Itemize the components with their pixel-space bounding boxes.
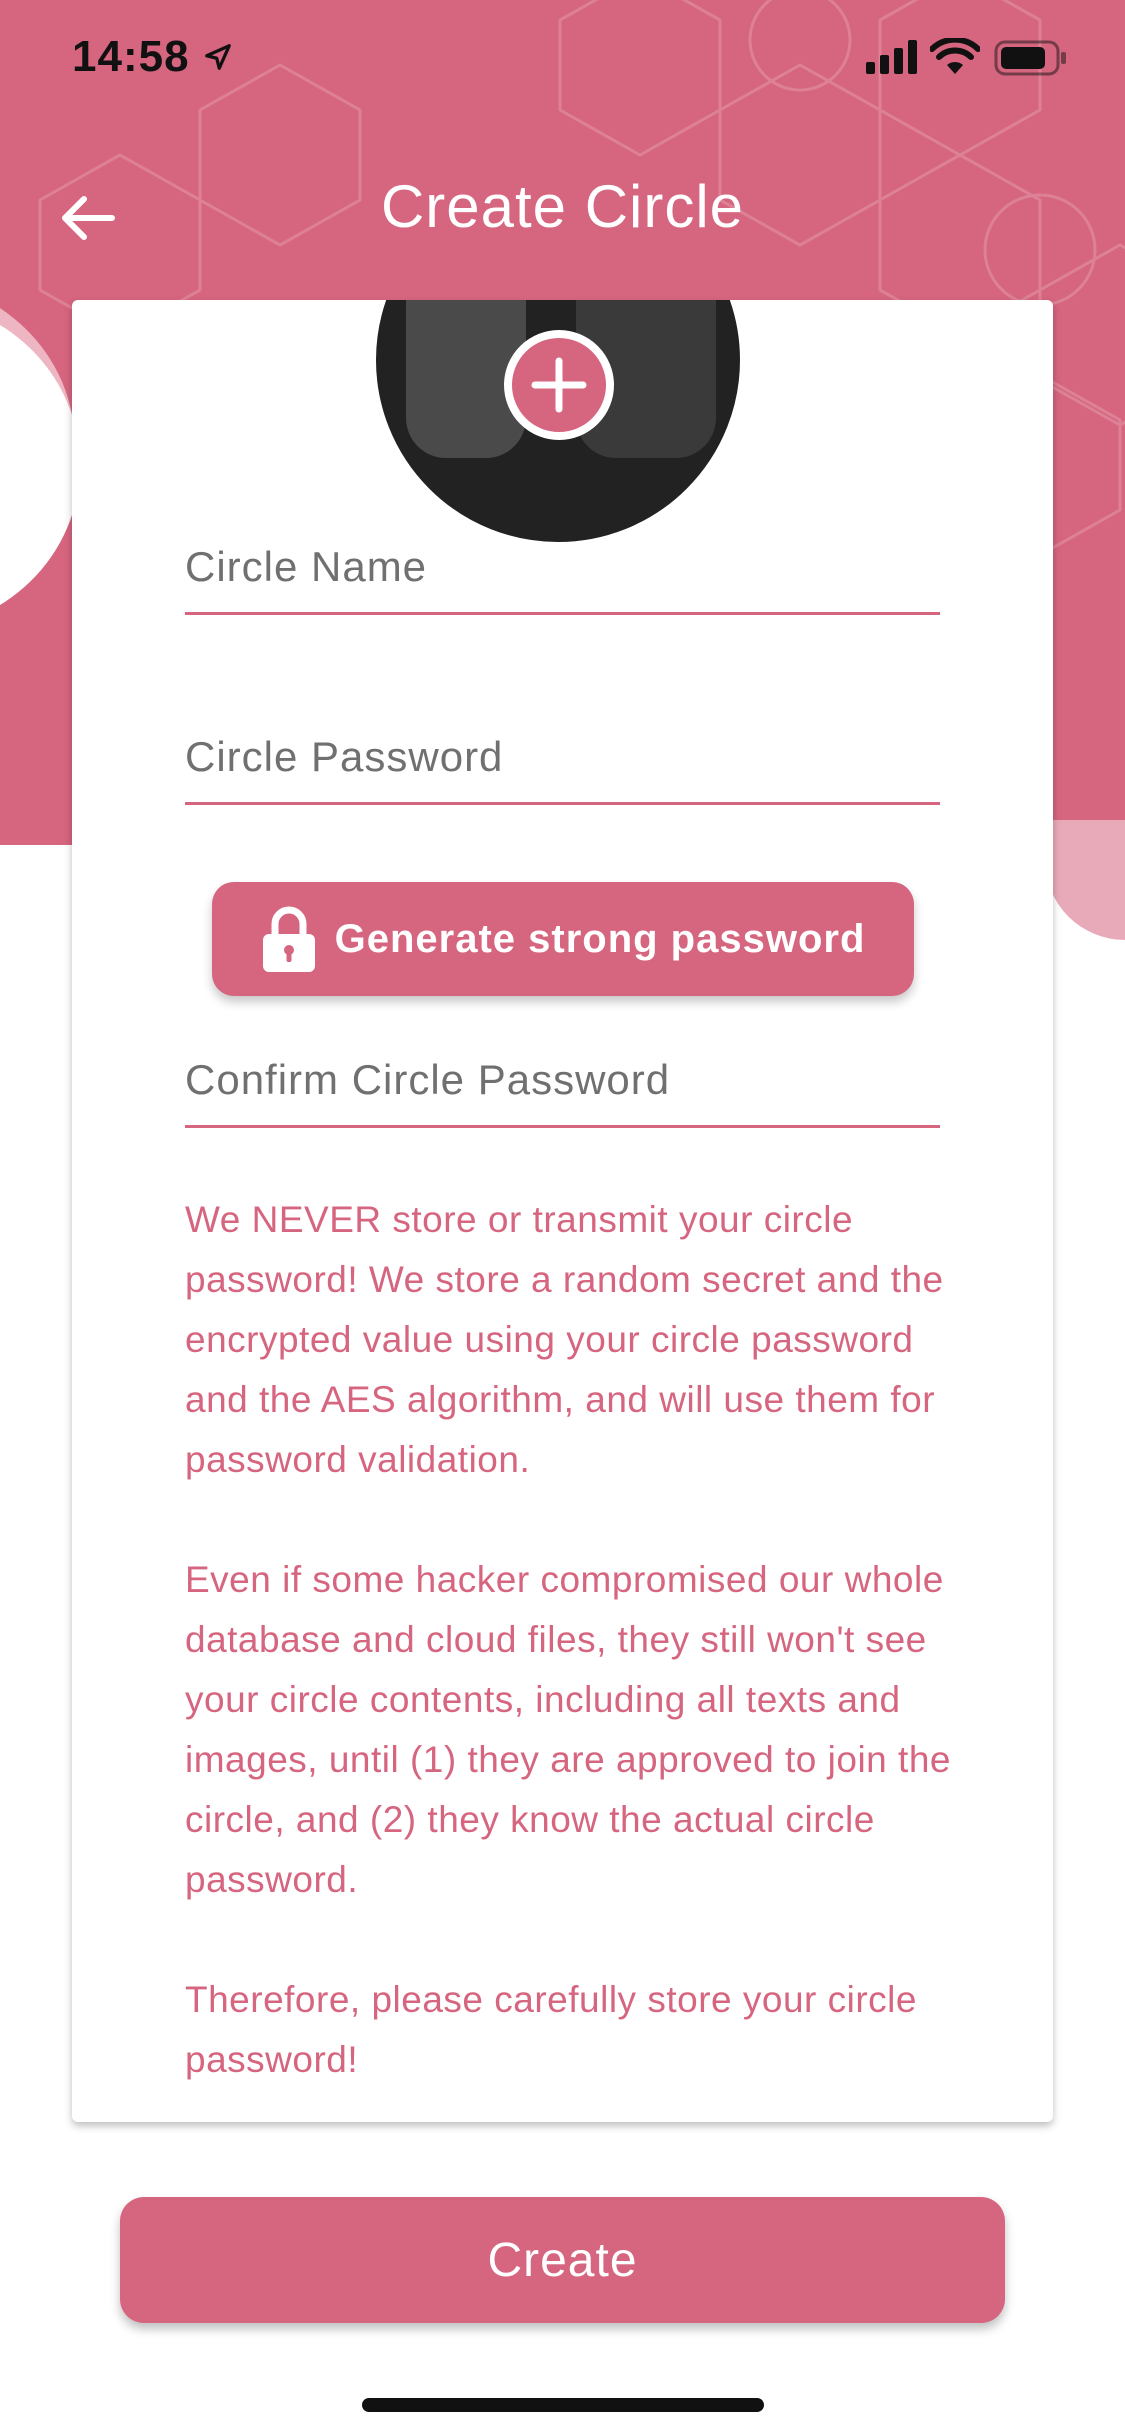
- status-bar: 14:58: [0, 0, 1125, 120]
- status-time: 14:58: [72, 32, 190, 81]
- battery-icon: [994, 40, 1066, 76]
- home-indicator[interactable]: [362, 2398, 764, 2412]
- plus-icon: [531, 357, 587, 413]
- generate-password-label: Generate strong password: [334, 916, 866, 961]
- location-arrow-icon: [205, 44, 231, 70]
- security-notice: We NEVER store or transmit your circle p…: [185, 1190, 955, 2122]
- notice-paragraph: Therefore, please carefully store your c…: [185, 1979, 917, 2080]
- circle-password-input[interactable]: [185, 712, 940, 802]
- create-button[interactable]: Create: [120, 2197, 1005, 2323]
- wifi-icon: [930, 38, 980, 74]
- page-title: Create Circle: [380, 173, 745, 240]
- confirm-password-input[interactable]: [185, 1035, 940, 1125]
- create-circle-card: Generate strong password We NEVER store …: [72, 300, 1053, 2122]
- signal-icon: [866, 40, 917, 74]
- decor-corner: [1045, 820, 1125, 940]
- confirm-password-field[interactable]: [185, 1035, 940, 1128]
- add-photo-button[interactable]: [504, 330, 614, 440]
- circle-password-field[interactable]: [185, 712, 940, 805]
- generate-password-button[interactable]: Generate strong password: [212, 882, 914, 996]
- lock-icon: [262, 906, 315, 972]
- notice-paragraph: Even if some hacker compromised our whol…: [185, 1559, 951, 1900]
- circle-name-input[interactable]: [185, 522, 940, 612]
- notice-paragraph: We NEVER store or transmit your circle p…: [185, 1199, 944, 1480]
- circle-name-field[interactable]: [185, 522, 940, 615]
